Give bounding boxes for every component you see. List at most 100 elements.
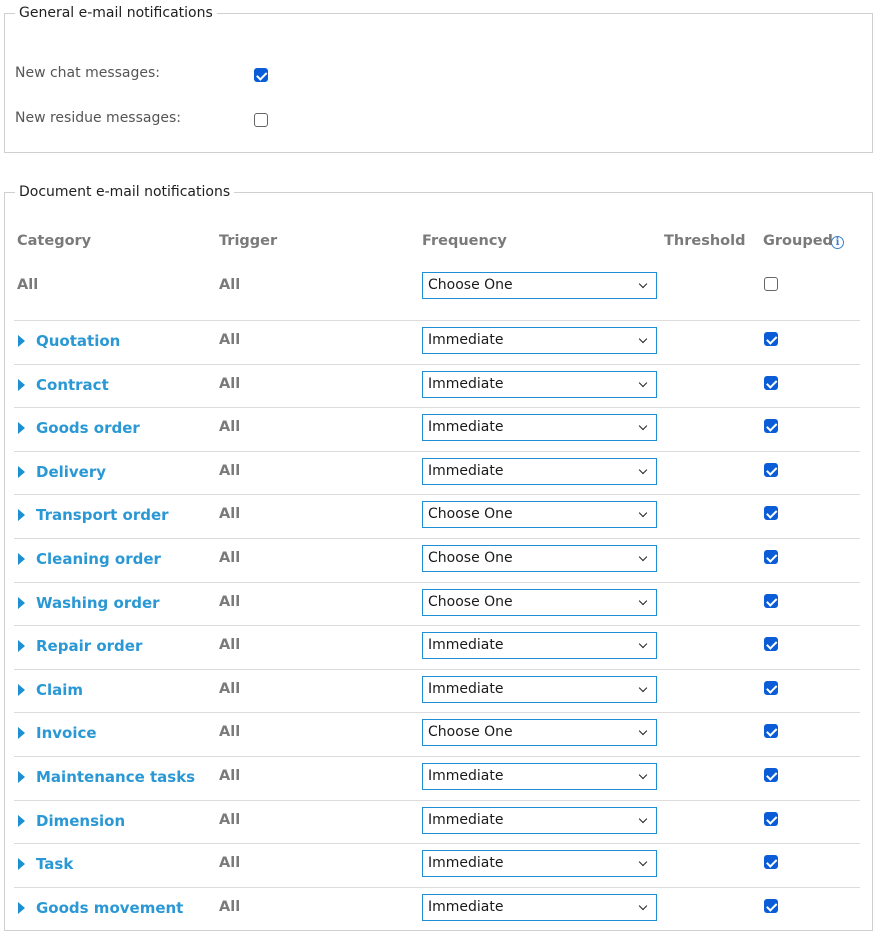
grouped-checkbox[interactable] bbox=[764, 594, 778, 608]
expand-caret-icon[interactable] bbox=[18, 727, 25, 739]
frequency-select[interactable]: Choose One bbox=[422, 501, 657, 528]
frequency-value: Immediate bbox=[428, 332, 504, 348]
expand-caret-icon[interactable] bbox=[18, 422, 25, 434]
category-link[interactable]: Goods order bbox=[36, 419, 140, 437]
chevron-down-icon bbox=[638, 465, 648, 475]
expand-caret-icon[interactable] bbox=[18, 335, 25, 347]
frequency-select[interactable]: Immediate bbox=[422, 807, 657, 834]
expand-caret-icon[interactable] bbox=[18, 597, 25, 609]
frequency-value: Immediate bbox=[428, 768, 504, 784]
frequency-value: Immediate bbox=[428, 463, 504, 479]
grouped-checkbox[interactable] bbox=[764, 812, 778, 826]
frequency-select[interactable]: Immediate bbox=[422, 894, 657, 921]
expand-caret-icon[interactable] bbox=[18, 902, 25, 914]
category-link[interactable]: Washing order bbox=[36, 594, 160, 612]
category-link[interactable]: Transport order bbox=[36, 506, 169, 524]
table-row: Quotation All Immediate bbox=[0, 320, 883, 363]
chevron-down-icon bbox=[638, 508, 648, 518]
grouped-checkbox[interactable] bbox=[764, 332, 778, 346]
frequency-select[interactable]: Choose One bbox=[422, 545, 657, 572]
chevron-down-icon bbox=[638, 901, 648, 911]
category-link[interactable]: Dimension bbox=[36, 812, 125, 830]
chevron-down-icon bbox=[638, 279, 648, 289]
frequency-select[interactable]: Immediate bbox=[422, 327, 657, 354]
new-chat-messages-checkbox[interactable] bbox=[254, 68, 268, 82]
category-link[interactable]: Claim bbox=[36, 681, 83, 699]
column-header-category: Category bbox=[17, 233, 92, 249]
trigger-value: All bbox=[219, 506, 241, 522]
chevron-down-icon bbox=[638, 596, 648, 606]
expand-caret-icon[interactable] bbox=[18, 379, 25, 391]
chevron-down-icon bbox=[638, 770, 648, 780]
new-residue-messages-label: New residue messages: bbox=[15, 110, 181, 126]
trigger-value: All bbox=[219, 637, 241, 653]
trigger-value: All bbox=[219, 419, 241, 435]
frequency-select[interactable]: Immediate bbox=[422, 676, 657, 703]
grouped-checkbox[interactable] bbox=[764, 681, 778, 695]
frequency-select[interactable]: Immediate bbox=[422, 632, 657, 659]
expand-caret-icon[interactable] bbox=[18, 640, 25, 652]
expand-caret-icon[interactable] bbox=[18, 684, 25, 696]
frequency-select[interactable]: Immediate bbox=[422, 371, 657, 398]
chevron-down-icon bbox=[638, 378, 648, 388]
frequency-value: Immediate bbox=[428, 419, 504, 435]
category-link[interactable]: Cleaning order bbox=[36, 550, 161, 568]
grouped-checkbox[interactable] bbox=[764, 899, 778, 913]
frequency-select[interactable]: Choose One bbox=[422, 719, 657, 746]
grouped-checkbox[interactable] bbox=[764, 855, 778, 869]
category-link[interactable]: Contract bbox=[36, 376, 109, 394]
trigger-value: All bbox=[219, 463, 241, 479]
grouped-checkbox[interactable] bbox=[764, 376, 778, 390]
frequency-value: Immediate bbox=[428, 681, 504, 697]
frequency-select[interactable]: Immediate bbox=[422, 458, 657, 485]
expand-caret-icon[interactable] bbox=[18, 466, 25, 478]
table-row: Claim All Immediate bbox=[0, 669, 883, 712]
expand-caret-icon[interactable] bbox=[18, 815, 25, 827]
grouped-checkbox[interactable] bbox=[764, 550, 778, 564]
frequency-value: Immediate bbox=[428, 855, 504, 871]
grouped-checkbox[interactable] bbox=[764, 419, 778, 433]
frequency-select[interactable]: Immediate bbox=[422, 763, 657, 790]
category-link[interactable]: Goods movement bbox=[36, 899, 183, 917]
table-row: Repair order All Immediate bbox=[0, 625, 883, 668]
all-row-grouped-checkbox[interactable] bbox=[764, 277, 778, 291]
all-row-frequency-select[interactable]: Choose One bbox=[422, 272, 657, 299]
grouped-checkbox[interactable] bbox=[764, 768, 778, 782]
frequency-select[interactable]: Immediate bbox=[422, 850, 657, 877]
trigger-value: All bbox=[219, 724, 241, 740]
chevron-down-icon bbox=[638, 552, 648, 562]
frequency-select[interactable]: Choose One bbox=[422, 589, 657, 616]
category-link[interactable]: Delivery bbox=[36, 463, 106, 481]
frequency-value: Choose One bbox=[428, 724, 513, 740]
grouped-checkbox[interactable] bbox=[764, 463, 778, 477]
trigger-value: All bbox=[219, 332, 241, 348]
frequency-value: Immediate bbox=[428, 899, 504, 915]
table-row: Dimension All Immediate bbox=[0, 800, 883, 843]
expand-caret-icon[interactable] bbox=[18, 509, 25, 521]
expand-caret-icon[interactable] bbox=[18, 858, 25, 870]
expand-caret-icon[interactable] bbox=[18, 771, 25, 783]
info-icon[interactable]: i bbox=[831, 236, 844, 249]
category-link[interactable]: Quotation bbox=[36, 332, 120, 350]
column-header-grouped: Grouped bbox=[763, 233, 833, 249]
new-residue-messages-checkbox[interactable] bbox=[254, 113, 268, 127]
table-row: Maintenance tasks All Immediate bbox=[0, 756, 883, 799]
table-row: Transport order All Choose One bbox=[0, 494, 883, 537]
table-row: Delivery All Immediate bbox=[0, 451, 883, 494]
frequency-value: Choose One bbox=[428, 506, 513, 522]
grouped-checkbox[interactable] bbox=[764, 506, 778, 520]
category-link[interactable]: Repair order bbox=[36, 637, 142, 655]
frequency-select[interactable]: Immediate bbox=[422, 414, 657, 441]
category-link[interactable]: Task bbox=[36, 855, 73, 873]
table-row: Washing order All Choose One bbox=[0, 582, 883, 625]
expand-caret-icon[interactable] bbox=[18, 553, 25, 565]
chevron-down-icon bbox=[638, 857, 648, 867]
table-row: Contract All Immediate bbox=[0, 364, 883, 407]
general-notifications-legend: General e-mail notifications bbox=[19, 5, 213, 21]
grouped-checkbox[interactable] bbox=[764, 637, 778, 651]
chevron-down-icon bbox=[638, 421, 648, 431]
category-link[interactable]: Invoice bbox=[36, 724, 97, 742]
chevron-down-icon bbox=[638, 683, 648, 693]
grouped-checkbox[interactable] bbox=[764, 724, 778, 738]
category-link[interactable]: Maintenance tasks bbox=[36, 768, 195, 786]
